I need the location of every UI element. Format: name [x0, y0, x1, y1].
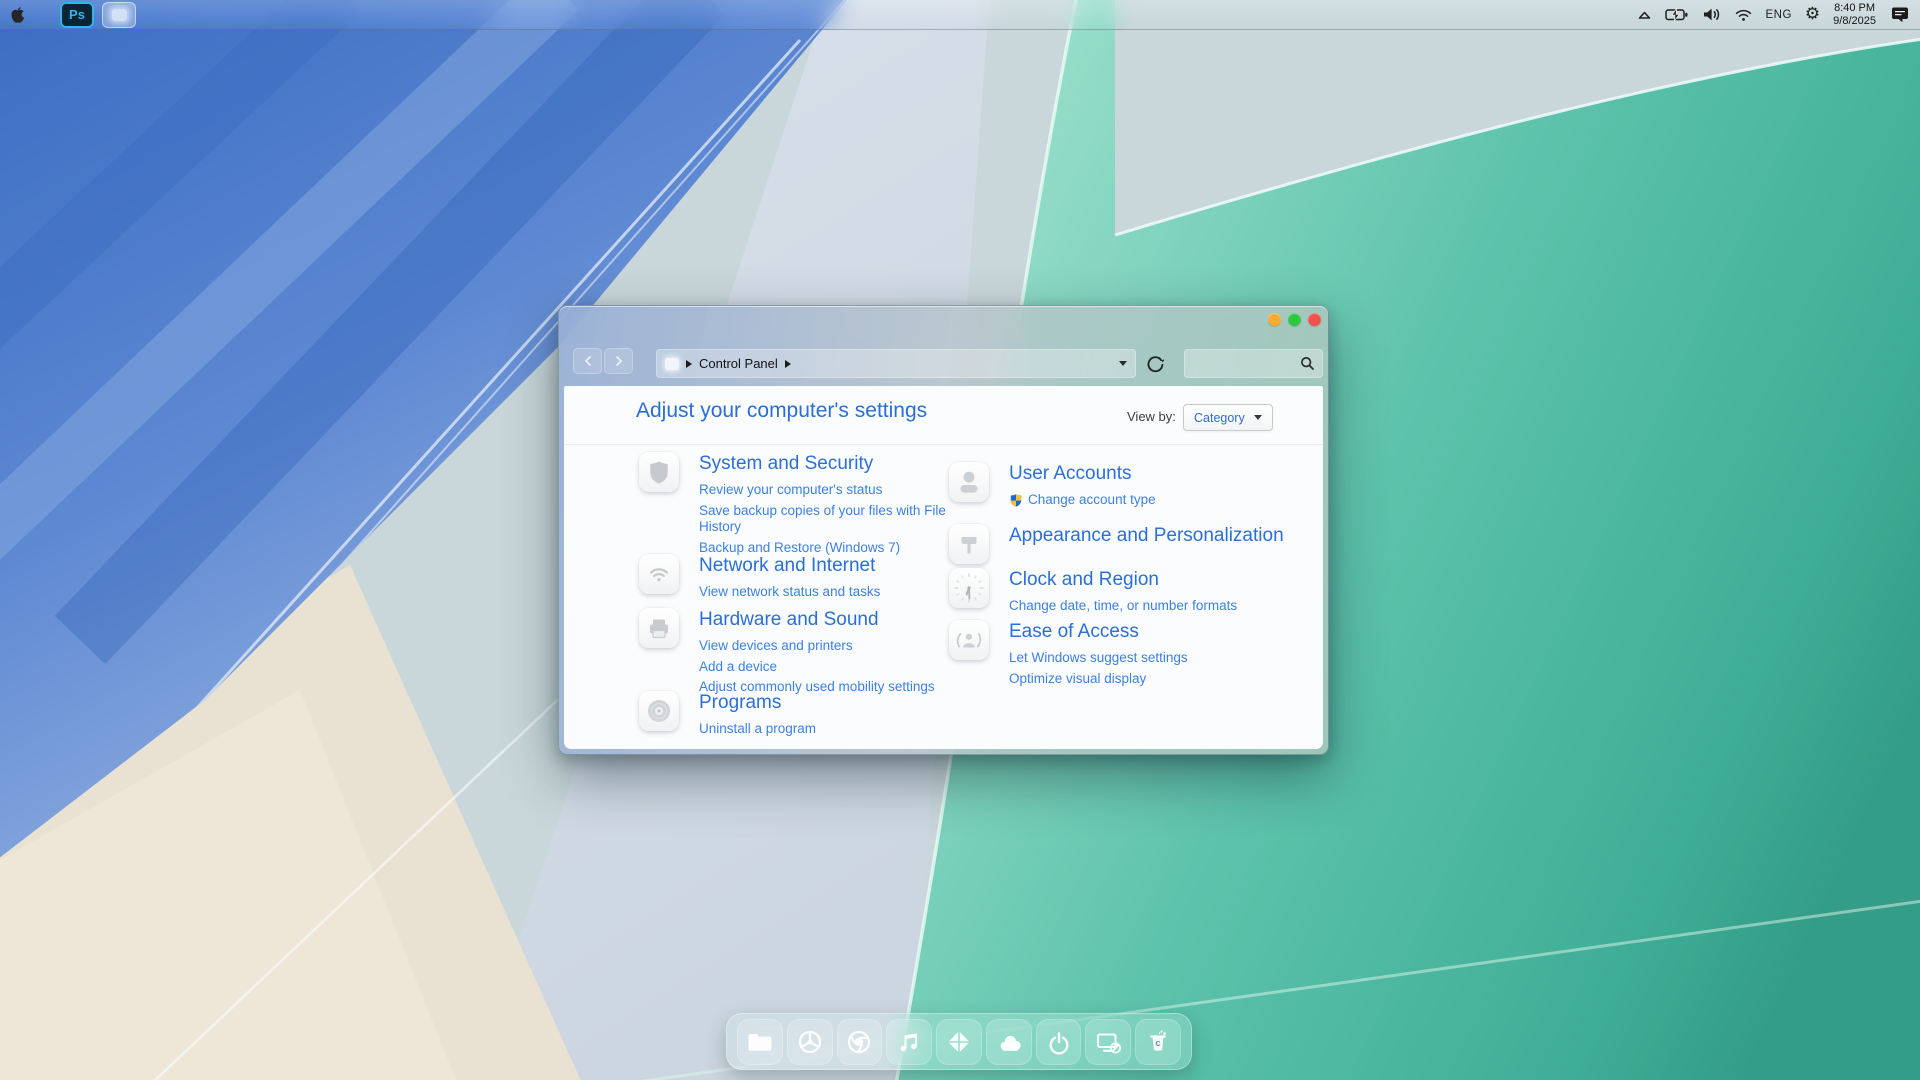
menubar-left: Ps	[10, 2, 136, 28]
link-add-device[interactable]: Add a device	[699, 659, 954, 676]
header-divider	[564, 444, 1323, 445]
section-programs: Programs Uninstall a program	[639, 691, 954, 738]
zoom-traffic-light[interactable]	[1288, 313, 1301, 326]
photoshop-app-label: Ps	[69, 7, 85, 22]
section-user-accounts: User Accounts Change account type	[949, 462, 1294, 509]
section-system-and-security: System and Security Review your computer…	[639, 452, 954, 556]
media-reel-icon[interactable]	[787, 1019, 833, 1065]
settings-gear-icon[interactable]	[1805, 5, 1820, 24]
link-file-history[interactable]: Save backup copies of your files with Fi…	[699, 503, 954, 536]
clock-date[interactable]: 8:40 PM 9/8/2025	[1833, 2, 1876, 27]
control-panel-content: Adjust your computer's settings View by:…	[564, 386, 1323, 749]
user-icon[interactable]	[949, 462, 989, 502]
section-title-system-security[interactable]: System and Security	[699, 452, 954, 475]
search-input[interactable]	[1192, 356, 1300, 372]
section-hardware-and-sound: Hardware and Sound View devices and prin…	[639, 608, 954, 696]
breadcrumb-arrow-icon[interactable]	[686, 360, 692, 368]
section-title-hardware[interactable]: Hardware and Sound	[699, 608, 954, 631]
minimize-traffic-light[interactable]	[1268, 313, 1281, 326]
section-network-and-internet: Network and Internet View network status…	[639, 554, 954, 601]
section-title-appearance[interactable]: Appearance and Personalization	[1009, 524, 1294, 547]
link-network-status[interactable]: View network status and tasks	[699, 584, 954, 601]
section-links: Uninstall a program	[699, 721, 954, 738]
address-bar[interactable]: Control Panel	[656, 349, 1136, 378]
accessibility-icon[interactable]	[949, 620, 989, 660]
printer-icon[interactable]	[639, 608, 679, 648]
link-optimize-visual[interactable]: Optimize visual display	[1009, 671, 1294, 688]
wifi-category-icon[interactable]	[639, 554, 679, 594]
section-title-user-accounts[interactable]: User Accounts	[1009, 462, 1294, 485]
ccleaner-icon[interactable]: c	[1135, 1019, 1181, 1065]
search-icon	[1300, 356, 1315, 371]
tray-date: 9/8/2025	[1833, 15, 1876, 28]
refresh-button[interactable]	[1144, 354, 1166, 374]
file-manager-icon[interactable]	[737, 1019, 783, 1065]
view-by-value: Category	[1194, 411, 1245, 425]
section-links: View devices and printers Add a device A…	[699, 638, 954, 696]
volume-icon[interactable]	[1702, 6, 1721, 23]
chrome-icon[interactable]	[837, 1019, 883, 1065]
forward-button[interactable]	[604, 348, 633, 374]
section-title-ease-of-access[interactable]: Ease of Access	[1009, 620, 1294, 643]
hidden-icons-chevron-icon[interactable]	[1637, 8, 1652, 21]
window-preview-icon	[112, 9, 127, 21]
notification-center-icon[interactable]	[1889, 6, 1910, 23]
link-change-account-type[interactable]: Change account type	[1009, 492, 1294, 509]
link-change-account-type-label: Change account type	[1028, 492, 1156, 509]
language-indicator[interactable]: ENG	[1766, 9, 1792, 21]
view-by-label: View by:	[1127, 409, 1176, 424]
link-uninstall-program[interactable]: Uninstall a program	[699, 721, 954, 738]
page-title: Adjust your computer's settings	[636, 399, 927, 423]
tray-time: 8:40 PM	[1833, 2, 1876, 15]
breadcrumb-control-panel[interactable]: Control Panel	[699, 356, 778, 371]
link-windows-suggest[interactable]: Let Windows suggest settings	[1009, 650, 1294, 667]
dock: c	[726, 1013, 1192, 1070]
search-box[interactable]	[1184, 349, 1323, 378]
active-window-button[interactable]	[102, 2, 136, 28]
section-title-programs[interactable]: Programs	[699, 691, 954, 714]
link-review-status[interactable]: Review your computer's status	[699, 482, 954, 499]
section-title-network[interactable]: Network and Internet	[699, 554, 954, 577]
clock-icon[interactable]	[949, 568, 989, 608]
chevron-down-icon	[1254, 415, 1262, 420]
svg-text:c: c	[1155, 1038, 1160, 1049]
section-links: Review your computer's status Save backu…	[699, 482, 954, 556]
back-button[interactable]	[573, 348, 602, 374]
music-icon[interactable]	[886, 1019, 932, 1065]
paintbrush-icon[interactable]	[949, 524, 989, 564]
link-devices-printers[interactable]: View devices and printers	[699, 638, 954, 655]
wifi-icon[interactable]	[1734, 7, 1753, 22]
uac-shield-icon	[1009, 493, 1023, 508]
breadcrumb-arrow-icon[interactable]	[785, 360, 791, 368]
address-dropdown-icon[interactable]	[1119, 361, 1127, 366]
apple-menu-icon[interactable]	[10, 6, 26, 24]
control-panel-window: Control Panel Adjust your computer's set…	[558, 305, 1329, 755]
control-panel-location-icon	[665, 358, 679, 370]
view-by-dropdown[interactable]: Category	[1183, 404, 1273, 431]
display-mirror-icon[interactable]	[1085, 1019, 1131, 1065]
section-links: Change account type	[1009, 492, 1294, 509]
cloud-icon[interactable]	[986, 1019, 1032, 1065]
power-icon[interactable]	[1036, 1019, 1082, 1065]
photoshop-app-button[interactable]: Ps	[60, 2, 94, 28]
section-links: Change date, time, or number formats	[1009, 598, 1294, 615]
section-title-clock-region[interactable]: Clock and Region	[1009, 568, 1294, 591]
section-ease-of-access: Ease of Access Let Windows suggest setti…	[949, 620, 1294, 687]
section-clock-and-region: Clock and Region Change date, time, or n…	[949, 568, 1294, 615]
close-traffic-light[interactable]	[1308, 313, 1321, 326]
system-tray: ENG 8:40 PM 9/8/2025	[1637, 2, 1911, 27]
section-appearance: Appearance and Personalization	[949, 524, 1294, 564]
shield-icon[interactable]	[639, 452, 679, 492]
battery-icon[interactable]	[1665, 6, 1689, 23]
section-links: Let Windows suggest settings Optimize vi…	[1009, 650, 1294, 687]
link-change-date-time[interactable]: Change date, time, or number formats	[1009, 598, 1294, 615]
section-links: View network status and tasks	[699, 584, 954, 601]
diamond-app-icon[interactable]	[936, 1019, 982, 1065]
disc-icon[interactable]	[639, 691, 679, 731]
menubar: Ps	[0, 0, 1920, 30]
